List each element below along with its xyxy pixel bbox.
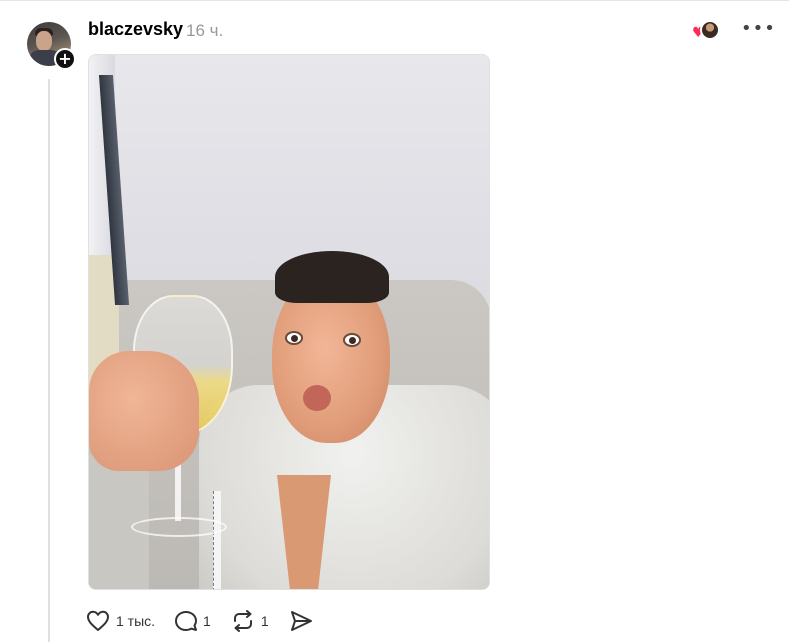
more-options-button[interactable]: ••• (741, 18, 775, 40)
avatar-face (36, 31, 52, 51)
photo-eye-right (343, 333, 361, 347)
share-button[interactable] (289, 610, 313, 632)
thread-line (48, 79, 50, 642)
photo-hand (89, 351, 199, 471)
liked-by-indicator[interactable]: ♥ (692, 19, 722, 41)
photo-lips (303, 385, 331, 411)
send-arrow-icon (290, 611, 312, 631)
reply-count: 1 (203, 613, 211, 629)
photo-eye-left (285, 331, 303, 345)
repost-arrows-icon (233, 610, 252, 632)
photo-robe-tape (213, 491, 221, 589)
like-count: 1 тыс. (116, 613, 156, 629)
thread-post: + blaczevsky 16 ч. ♥ ••• 1 тыс. 1 1 (0, 0, 789, 642)
photo-glass-foot (131, 517, 227, 537)
repost-button[interactable]: 1 (231, 610, 269, 632)
username-link[interactable]: blaczevsky (88, 19, 183, 40)
photo-hair (275, 251, 389, 303)
repost-count: 1 (260, 613, 269, 629)
action-bar: 1 тыс. 1 1 (86, 607, 333, 635)
like-button[interactable]: 1 тыс. (86, 610, 155, 632)
speech-bubble-icon (175, 611, 198, 631)
heart-outline-icon (87, 610, 109, 631)
follow-button[interactable]: + (54, 48, 76, 70)
post-timestamp[interactable]: 16 ч. (186, 21, 223, 41)
post-image[interactable] (88, 54, 490, 590)
liker-avatar (700, 20, 720, 40)
reply-button[interactable]: 1 (175, 610, 211, 632)
